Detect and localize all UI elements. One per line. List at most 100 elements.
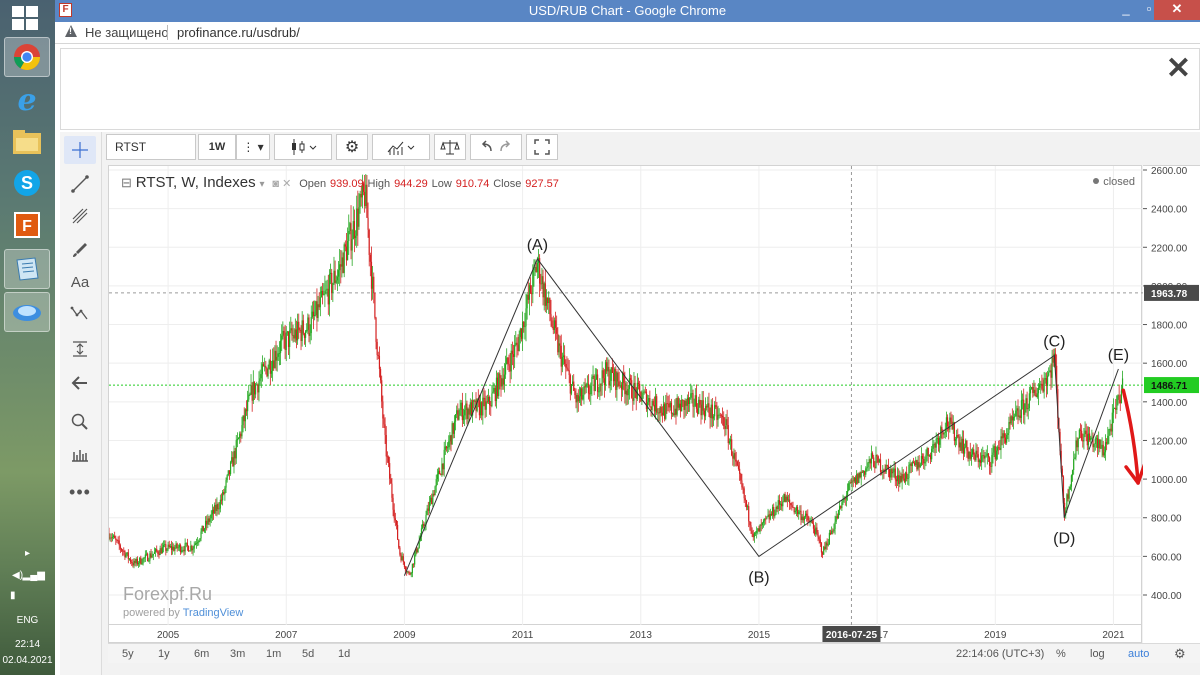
- candle: [775, 501, 777, 516]
- candle: [866, 459, 868, 472]
- candle: [145, 550, 148, 556]
- candle: [711, 398, 713, 428]
- candle: [966, 440, 968, 458]
- zoom-icon[interactable]: [64, 408, 96, 436]
- projection-arrow[interactable]: [1121, 388, 1143, 485]
- time-axis[interactable]: 2005200720092011201320152017201920212016…: [108, 625, 1142, 643]
- cloud-app-icon[interactable]: [4, 292, 50, 332]
- range-button-5y[interactable]: 5y: [122, 648, 134, 660]
- timezone-clock[interactable]: 22:14:06 (UTC+3): [956, 648, 1044, 660]
- trendline-tool-icon[interactable]: [64, 170, 96, 198]
- windows-start-icon[interactable]: [12, 6, 40, 32]
- candle: [861, 470, 863, 474]
- candle: [398, 539, 400, 550]
- text-tool-icon[interactable]: Aa: [64, 268, 96, 296]
- x-tick-label: 2015: [748, 630, 771, 641]
- log-scale-button[interactable]: log: [1090, 648, 1105, 660]
- range-button-1d[interactable]: 1d: [338, 648, 350, 660]
- skype-icon[interactable]: S: [4, 163, 50, 203]
- candle: [636, 373, 638, 401]
- more-tools-icon[interactable]: •••: [64, 478, 96, 506]
- compare-scales-icon[interactable]: [434, 134, 466, 160]
- url-text[interactable]: profinance.ru/usdrub/: [177, 25, 300, 40]
- close-window-button[interactable]: ✕: [1154, 0, 1200, 20]
- clock-time[interactable]: 22:14: [0, 639, 55, 650]
- wave-label-2[interactable]: (B): [748, 569, 769, 586]
- address-bar[interactable]: Не защищено profinance.ru/usdrub/: [55, 22, 1200, 44]
- fullscreen-icon[interactable]: [526, 134, 558, 160]
- indicators-icon[interactable]: [372, 134, 430, 160]
- tradingview-link[interactable]: TradingView: [183, 607, 244, 619]
- candle: [599, 378, 601, 401]
- wave-label-5[interactable]: (E): [1108, 347, 1129, 364]
- warning-icon[interactable]: [65, 25, 77, 37]
- interval-button[interactable]: 1W: [198, 134, 236, 160]
- symbol-search-input[interactable]: RTST: [106, 134, 196, 160]
- auto-scale-button[interactable]: auto: [1128, 648, 1149, 660]
- candle: [123, 547, 125, 556]
- range-button-1m[interactable]: 1m: [266, 648, 281, 660]
- forexpf-app-icon[interactable]: F: [4, 205, 50, 245]
- pitchfork-tool-icon[interactable]: [64, 202, 96, 230]
- percent-scale-button[interactable]: %: [1056, 648, 1066, 660]
- signal-icon[interactable]: ▂▄▆: [0, 570, 55, 581]
- legend-settings-icon[interactable]: ◙ ✕: [272, 178, 291, 190]
- pattern-tool-icon[interactable]: [64, 300, 96, 328]
- legend-dropdown-icon[interactable]: ▾: [259, 179, 264, 190]
- interval-dropdown-icon[interactable]: ⋮ ▾: [236, 134, 270, 160]
- range-button-3m[interactable]: 3m: [230, 648, 245, 660]
- candle: [383, 414, 385, 429]
- tray-expand-icon[interactable]: ▸: [0, 548, 55, 559]
- legend-collapse-icon[interactable]: ⊟: [121, 175, 132, 190]
- chart-pane[interactable]: (A) (B) (C) (D) (E) ⊟ RTST, W, Indexes ▾ ◙ ✕…: [108, 165, 1143, 626]
- internet-explorer-icon[interactable]: e: [4, 80, 50, 120]
- candle: [801, 514, 803, 523]
- watermark-powered[interactable]: powered by TradingView: [123, 607, 243, 619]
- candle: [945, 411, 948, 438]
- close-ad-icon[interactable]: ✕: [1166, 54, 1191, 84]
- candle: [990, 461, 992, 475]
- candle: [871, 451, 874, 459]
- range-button-1y[interactable]: 1y: [158, 648, 170, 660]
- chart-style-candles-icon[interactable]: [274, 134, 332, 160]
- axis-settings-gear-icon[interactable]: ⚙: [1174, 646, 1186, 662]
- candle: [349, 221, 351, 235]
- candle: [452, 422, 454, 439]
- candle: [542, 269, 544, 306]
- settings-gear-icon[interactable]: ⚙: [336, 134, 368, 160]
- range-button-6m[interactable]: 6m: [194, 648, 209, 660]
- price-axis[interactable]: 400.00 600.00 800.00 1000.00 1200.00 1400.00 1…: [1143, 165, 1200, 643]
- chrome-taskbar-icon[interactable]: [4, 37, 50, 77]
- indicators-ruler-icon[interactable]: [64, 440, 96, 468]
- wave-label-4[interactable]: (D): [1053, 531, 1075, 548]
- language-indicator[interactable]: ENG: [0, 615, 55, 626]
- candle: [596, 369, 599, 399]
- file-explorer-icon[interactable]: [4, 122, 50, 162]
- candle: [473, 399, 475, 409]
- wave-label-3[interactable]: (C): [1043, 333, 1065, 350]
- crosshair-tool-icon[interactable]: [64, 136, 96, 164]
- undo-redo-icon[interactable]: [470, 134, 522, 160]
- minimize-button[interactable]: _: [1115, 0, 1137, 20]
- candle: [1041, 374, 1043, 391]
- candle: [560, 334, 562, 376]
- candle: [434, 485, 436, 496]
- candle: [974, 452, 976, 462]
- candle: [224, 485, 226, 501]
- wave-label-1[interactable]: (A): [527, 237, 548, 254]
- back-arrow-icon[interactable]: [64, 369, 96, 397]
- range-button-5d[interactable]: 5d: [302, 648, 314, 660]
- candle: [827, 538, 829, 547]
- measure-tool-icon[interactable]: [64, 335, 96, 363]
- brush-tool-icon[interactable]: [64, 236, 96, 264]
- candle: [810, 516, 812, 524]
- legend-symbol[interactable]: RTST, W, Indexes: [136, 174, 256, 191]
- candle: [517, 334, 519, 356]
- battery-icon[interactable]: ▮: [0, 590, 55, 601]
- candle: [823, 545, 825, 555]
- security-status[interactable]: Не защищено: [85, 25, 169, 40]
- candle: [248, 384, 250, 402]
- candle: [342, 252, 344, 274]
- notepad-app-icon[interactable]: [4, 249, 50, 289]
- price-chart[interactable]: (A) (B) (C) (D) (E): [109, 166, 1143, 626]
